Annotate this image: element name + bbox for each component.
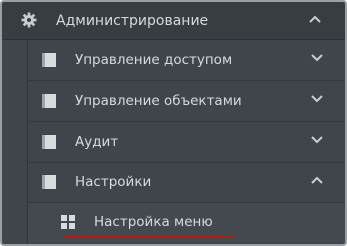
menu-item-label: Настройки	[75, 174, 152, 190]
menu-item-label: Управление доступом	[75, 52, 233, 68]
menu-item-access-management[interactable]: Управление доступом	[28, 40, 345, 81]
chevron-up-icon[interactable]	[309, 15, 321, 23]
chevron-down-icon[interactable]	[311, 54, 323, 62]
document-icon	[42, 135, 56, 149]
menu-item-label: Управление объектами	[75, 93, 242, 109]
chevron-up-icon[interactable]	[311, 176, 323, 184]
gear-icon	[21, 12, 37, 28]
chevron-down-icon[interactable]	[311, 95, 323, 103]
menu-group-administration[interactable]: Администрирование	[2, 2, 345, 40]
submenu-item-label: Настройка меню	[94, 214, 213, 230]
chevron-down-icon[interactable]	[311, 136, 323, 144]
document-icon	[42, 53, 56, 67]
document-icon	[42, 175, 56, 189]
document-icon	[42, 94, 56, 108]
menu-item-settings[interactable]: Настройки	[28, 162, 345, 203]
admin-sidebar-menu: Администрирование Управление доступом Уп…	[0, 0, 347, 246]
menu-item-label: Аудит	[75, 134, 119, 150]
grid-icon	[61, 215, 75, 229]
menu-item-object-management[interactable]: Управление объектами	[28, 81, 345, 122]
highlight-underline	[64, 235, 233, 238]
menu-item-audit[interactable]: Аудит	[28, 122, 345, 163]
menu-group-label: Администрирование	[56, 13, 209, 29]
